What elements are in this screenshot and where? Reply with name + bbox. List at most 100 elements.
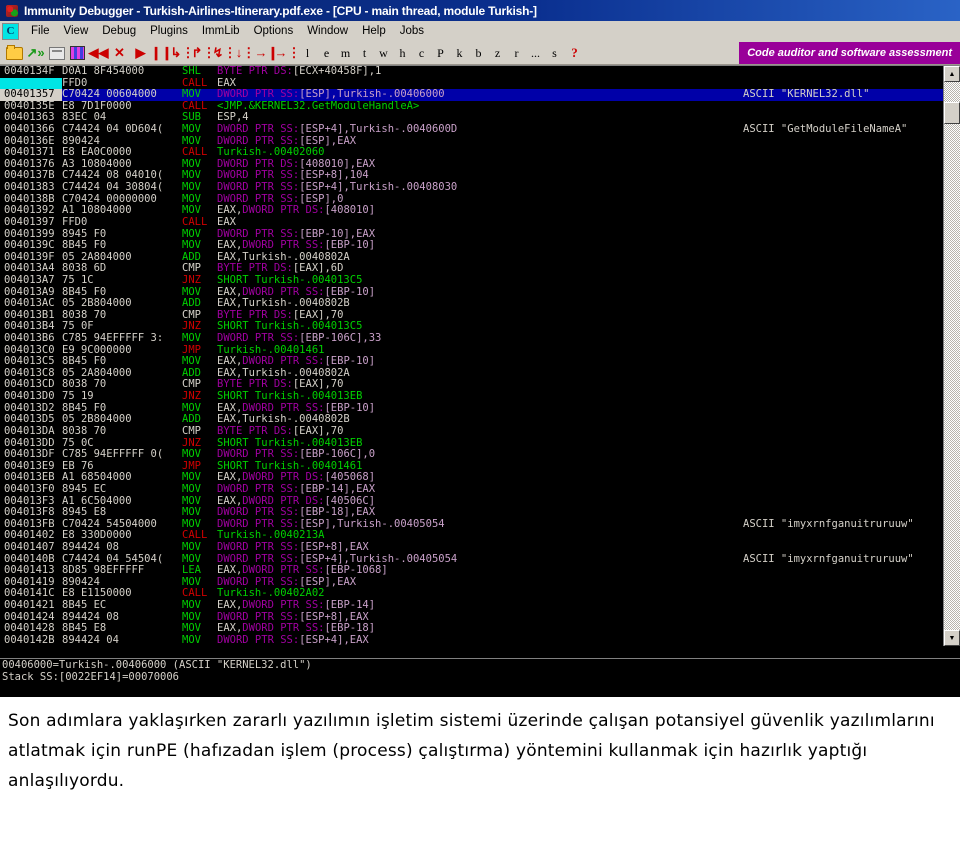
disassembly-row[interactable]: 0040138B C70424 00000000 MOV DWORD PTR SS:[… xyxy=(0,193,943,206)
disassembly-row[interactable]: 00401421 8B45 EC MOV EAX,DWORD PTR SS:[EBP-… xyxy=(0,599,943,612)
disassembly-row[interactable]: 004013C0 E9 9C000000 JMP Turkish-.00401461 xyxy=(0,344,943,357)
disassembly-row[interactable]: 004013A7 75 1C JNZ SHORT Turkish-.004013C5 xyxy=(0,274,943,287)
step-into-icon[interactable]: ↳⋮ xyxy=(171,44,195,63)
disassembly-row[interactable]: 00401366 C74424 04 0D604(MOV DWORD PTR SS:… xyxy=(0,123,943,136)
scroll-up-button[interactable]: ▲ xyxy=(944,66,960,82)
disassembly-row[interactable]: 00401407 894424 08 MOV DWORD PTR SS:[ESP+8]… xyxy=(0,541,943,554)
disassembly-list[interactable]: 0040134F D0A1 8F454000 SHL BYTE PTR DS:[ECX… xyxy=(0,66,943,646)
toolbar-letter-h[interactable]: h xyxy=(393,44,412,63)
menu-item-jobs[interactable]: Jobs xyxy=(393,23,431,39)
disassembly-row[interactable]: 004013AC 05 2B804000 ADD EAX,Turkish-.00408… xyxy=(0,298,943,310)
disassembly-row[interactable]: 0040139F 05 2A804000 ADD EAX,Turkish-.00408… xyxy=(0,251,943,264)
toolbar-letter-t[interactable]: t xyxy=(355,44,374,63)
disassembly-row[interactable]: 004013C8 05 2A804000 ADD EAX,Turkish-.00408… xyxy=(0,367,943,380)
disassembly-row[interactable]: 00401424 894424 08 MOV DWORD PTR SS:[ESP+8]… xyxy=(0,611,943,624)
disassembly-row[interactable]: 004013EB A1 68504000 MOV EAX,DWORD PTR DS:[… xyxy=(0,472,943,484)
menu-item-file[interactable]: File xyxy=(24,23,57,39)
disassembly-row[interactable]: 00401399 8945 F0 MOV DWORD PTR SS:[EBP-10],… xyxy=(0,228,943,241)
disassembly-row[interactable]: 00401397 FFD0 CALL EAX xyxy=(0,215,943,229)
disassembly-row[interactable]: 0040142B 894424 04 MOV DWORD PTR SS:[ESP+4]… xyxy=(0,633,943,646)
disassembly-row[interactable]: 004013D5 05 2B804000 ADD EAX,Turkish-.00408… xyxy=(0,414,943,426)
toolbar-letter-c[interactable]: c xyxy=(412,44,431,63)
run-script-icon[interactable]: ↗» xyxy=(25,44,46,63)
animate-over-icon[interactable]: ↓⋮ xyxy=(235,44,256,63)
disassembly-row[interactable]: 00401371 E8 EA0C0000 CALL Turkish-.00402060 xyxy=(0,147,943,159)
row-hexdump: 8B45 EC xyxy=(62,599,107,612)
row-mnemonic: MOV xyxy=(182,633,201,646)
row-comment: ASCII "GetModuleFileNameA" xyxy=(743,123,908,136)
pause-icon[interactable]: ❙❙ xyxy=(151,44,173,63)
menu-item-immlib[interactable]: ImmLib xyxy=(195,23,247,39)
toolbar-letter-r[interactable]: r xyxy=(507,44,526,63)
disassembly-row[interactable]: 004013B6 C785 94EFFFFF 3: MOV DWORD PTR SS:… xyxy=(0,332,943,345)
disassembly-row[interactable]: 004013A9 8B45 F0 MOV EAX,DWORD PTR SS:[EBP-… xyxy=(0,286,943,299)
row-mnemonic: CALL xyxy=(182,215,208,228)
menu-item-plugins[interactable]: Plugins xyxy=(143,23,195,39)
toolbar: ↗» ◀◀ ✕ ▶ ❙❙ ↳⋮ ↱⋮ ↯⋮ ↓⋮ →❙ →⋮ l e m t w… xyxy=(0,42,960,65)
row-address: 0040134F xyxy=(4,66,55,77)
disassembly-row[interactable]: 00401383 C74424 04 30804(MOV DWORD PTR SS:… xyxy=(0,181,943,194)
restart-icon[interactable]: ◀◀ xyxy=(88,44,109,63)
toolbar-letter-k[interactable]: k xyxy=(450,44,469,63)
module-map-icon[interactable] xyxy=(67,44,88,63)
scrollbar-thumb[interactable] xyxy=(944,102,960,124)
toolbar-letter-e[interactable]: e xyxy=(317,44,336,63)
disassembly-row[interactable]: 0040139C 8B45 F0 MOV EAX,DWORD PTR SS:[EBP-… xyxy=(0,239,943,252)
toolbar-letter-m[interactable]: m xyxy=(336,44,355,63)
disassembly-row[interactable]: 00401428 8B45 E8 MOV EAX,DWORD PTR SS:[EBP-… xyxy=(0,622,943,635)
row-address: 00401366 xyxy=(4,123,55,136)
execute-till-cursor-icon[interactable]: →⋮ xyxy=(275,44,301,63)
toolbar-letter-l[interactable]: l xyxy=(298,44,317,63)
disassembly-row[interactable]: 00401413 8D85 98EFFFFF LEA EAX,DWORD PTR SS… xyxy=(0,564,943,577)
toolbar-letter-s[interactable]: s xyxy=(545,44,564,63)
toolbar-letter-b[interactable]: b xyxy=(469,44,488,63)
toolbar-letter-z[interactable]: z xyxy=(488,44,507,63)
cpu-pane: 0040134F D0A1 8F454000 SHL BYTE PTR DS:[ECX… xyxy=(0,65,960,697)
disassembly-row[interactable]: 00401357 C70424 00604000 MOV DWORD PTR SS:[… xyxy=(0,88,943,101)
animate-into-icon[interactable]: ↯⋮ xyxy=(213,44,237,63)
disassembly-row[interactable]: 004013DF C785 94EFFFFF 0(MOV DWORD PTR SS:… xyxy=(0,448,943,461)
disassembly-row[interactable]: 00401419 890424 MOV DWORD PTR SS:[ESP],EAX xyxy=(0,576,943,589)
close-program-icon[interactable]: ✕ xyxy=(109,44,130,63)
disassembly-row[interactable]: 004013B1 8038 70 CMP BYTE PTR DS:[EAX],70 xyxy=(0,309,943,322)
row-address: 0040142B xyxy=(4,633,55,646)
open-folder-icon[interactable] xyxy=(4,44,25,63)
restore-window-icon[interactable] xyxy=(46,44,67,63)
menu-item-window[interactable]: Window xyxy=(300,23,355,39)
system-menu-icon[interactable]: C xyxy=(2,22,19,40)
run-icon[interactable]: ▶ xyxy=(130,44,151,63)
disassembly-row[interactable]: 00401392 A1 10804000 MOV EAX,DWORD PTR DS:[… xyxy=(0,205,943,217)
disassembly-row[interactable]: 004013E9 EB 76 JMP SHORT Turkish-.00401461 xyxy=(0,460,943,473)
disassembly-row[interactable]: 004013F0 8945 EC MOV DWORD PTR SS:[EBP-14],… xyxy=(0,483,943,496)
disassembly-row[interactable]: 0040136E 890424 MOV DWORD PTR SS:[ESP],EAX xyxy=(0,135,943,148)
row-hexdump: 75 19 xyxy=(62,390,94,403)
scroll-down-button[interactable]: ▼ xyxy=(944,630,960,646)
disassembly-row[interactable]: 004013D0 75 19 JNZ SHORT Turkish-.004013EB xyxy=(0,390,943,403)
disassembly-row[interactable]: 004013CD 8038 70 CMP BYTE PTR DS:[EAX],70 xyxy=(0,379,943,391)
toolbar-letter-w[interactable]: w xyxy=(374,44,393,63)
disassembly-row[interactable]: 004013C5 8B45 F0 MOV EAX,DWORD PTR SS:[EBP-… xyxy=(0,355,943,368)
disassembly-row[interactable]: 004013D2 8B45 F0 MOV EAX,DWORD PTR SS:[EBP-… xyxy=(0,402,943,415)
menu-item-options[interactable]: Options xyxy=(247,23,301,39)
step-over-icon[interactable]: ↱⋮ xyxy=(192,44,216,63)
menu-item-debug[interactable]: Debug xyxy=(95,23,143,39)
toolbar-letter-p[interactable]: P xyxy=(431,44,450,63)
row-hexdump: C74424 04 0D604( xyxy=(62,123,164,136)
disassembly-row[interactable]: 004013FB C70424 54504000 MOV DWORD PTR SS:[… xyxy=(0,518,943,531)
disassembly-scrollbar[interactable]: ▲ ▼ xyxy=(943,66,960,646)
disassembly-row[interactable]: 004013DA 8038 70 CMP BYTE PTR DS:[EAX],70 xyxy=(0,425,943,438)
title-bar[interactable]: Immunity Debugger - Turkish-Airlines-Iti… xyxy=(0,0,960,21)
disassembly-row[interactable]: 0040135E E8 7D1F0000 CALL <JMP.&KERNEL32.Ge… xyxy=(0,100,943,113)
disassembly-row[interactable]: 004013F3 A1 6C504000 MOV EAX,DWORD PTR DS:[… xyxy=(0,495,943,508)
immunity-debugger-window: Immunity Debugger - Turkish-Airlines-Iti… xyxy=(0,0,960,697)
disassembly-row[interactable]: 00401402 E8 330D0000 CALL Turkish-.0040213A xyxy=(0,530,943,542)
toolbar-letter-dots[interactable]: ... xyxy=(526,44,545,63)
menu-item-help[interactable]: Help xyxy=(355,23,393,39)
immunity-icon xyxy=(4,3,20,19)
help-question-icon[interactable]: ? xyxy=(564,44,585,63)
row-hexdump: C785 94EFFFFF 3: xyxy=(62,332,164,345)
disassembly-row[interactable]: 0040134F D0A1 8F454000 SHL BYTE PTR DS:[ECX… xyxy=(0,66,943,78)
disassembly-row[interactable]: 004013A4 8038 6D CMP BYTE PTR DS:[EAX],6D xyxy=(0,263,943,275)
disassembly-row[interactable]: 0040141C E8 E1150000 CALL Turkish-.00402A02 xyxy=(0,588,943,600)
menu-item-view[interactable]: View xyxy=(57,23,96,39)
